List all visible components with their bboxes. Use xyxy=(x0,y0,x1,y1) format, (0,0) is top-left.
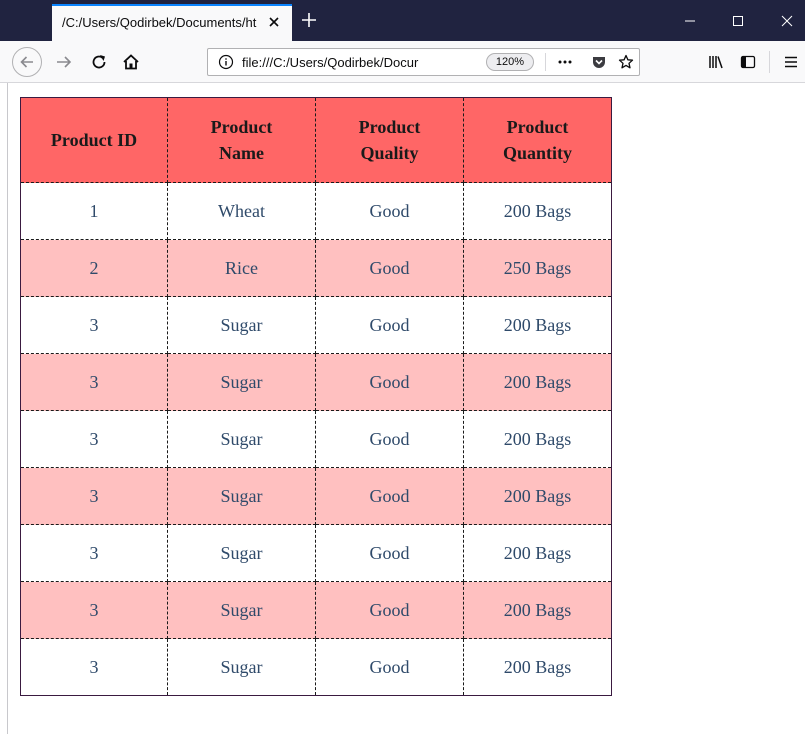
cell-product-name: Wheat xyxy=(167,182,316,240)
header-product-quantity-text: Product Quantity xyxy=(502,117,572,163)
header-product-name-text: Product Name xyxy=(210,117,273,163)
cell-product-quality: Good xyxy=(315,296,464,354)
cell-product-name: Sugar xyxy=(167,410,316,468)
header-product-quality-text: Product Quality xyxy=(358,117,421,163)
table-row: 3 Sugar Good 200 Bags xyxy=(20,353,612,411)
cell-product-quantity: 200 Bags xyxy=(463,353,612,411)
cell-product-quality: Good xyxy=(315,239,464,297)
home-icon[interactable] xyxy=(122,53,140,71)
cell-product-quantity: 200 Bags xyxy=(463,581,612,639)
cell-product-name: Sugar xyxy=(167,467,316,525)
cell-product-quantity: 200 Bags xyxy=(463,638,612,696)
cell-product-quality: Good xyxy=(315,353,464,411)
cell-product-quality: Good xyxy=(315,524,464,582)
cell-product-id: 3 xyxy=(20,296,168,354)
cell-product-name: Sugar xyxy=(167,296,316,354)
header-product-name: Product Name xyxy=(167,97,316,183)
library-icon[interactable] xyxy=(707,53,725,71)
table-row: 3 Sugar Good 200 Bags xyxy=(20,296,612,354)
header-product-id: Product ID xyxy=(20,97,168,183)
table-row: 3 Sugar Good 200 Bags xyxy=(20,467,612,525)
table-header-row: Product ID Product Name Product Quality … xyxy=(20,97,612,183)
cell-product-id: 1 xyxy=(20,182,168,240)
more-dots-icon[interactable] xyxy=(557,54,573,70)
url-text[interactable]: file:///C:/Users/Qodirbek/Docur xyxy=(242,55,450,70)
cell-product-quality: Good xyxy=(315,182,464,240)
minimize-icon[interactable] xyxy=(683,14,697,28)
table-row: 1 Wheat Good 200 Bags xyxy=(20,182,612,240)
navigation-toolbar: file:///C:/Users/Qodirbek/Docur 120% xyxy=(0,41,805,83)
cell-product-quality: Good xyxy=(315,410,464,468)
cell-product-id: 3 xyxy=(20,410,168,468)
url-bar[interactable]: file:///C:/Users/Qodirbek/Docur 120% xyxy=(207,48,640,76)
table-row: 2 Rice Good 250 Bags xyxy=(20,239,612,297)
cell-product-quantity: 250 Bags xyxy=(463,239,612,297)
forward-arrow-icon[interactable] xyxy=(55,53,73,71)
cell-product-quality: Good xyxy=(315,467,464,525)
back-arrow-icon xyxy=(20,56,33,68)
cell-product-quantity: 200 Bags xyxy=(463,524,612,582)
pocket-icon[interactable] xyxy=(591,54,607,70)
back-button[interactable] xyxy=(12,47,42,77)
cell-product-quality: Good xyxy=(315,581,464,639)
toolbar-separator xyxy=(769,51,770,73)
cell-product-name: Rice xyxy=(167,239,316,297)
new-tab-plus-icon[interactable] xyxy=(300,11,318,29)
cell-product-id: 3 xyxy=(20,581,168,639)
browser-tab[interactable]: /C:/Users/Qodirbek/Documents/ht xyxy=(52,4,292,41)
zoom-level-badge[interactable]: 120% xyxy=(486,53,534,71)
hamburger-menu-icon[interactable] xyxy=(783,54,799,70)
cell-product-id: 3 xyxy=(20,467,168,525)
cell-product-quantity: 200 Bags xyxy=(463,410,612,468)
title-bar: /C:/Users/Qodirbek/Documents/ht xyxy=(0,0,805,41)
reload-icon[interactable] xyxy=(90,53,108,71)
sidebar-icon[interactable] xyxy=(739,53,757,71)
table-row: 3 Sugar Good 200 Bags xyxy=(20,638,612,696)
cell-product-quality: Good xyxy=(315,638,464,696)
cell-product-name: Sugar xyxy=(167,638,316,696)
table-row: 3 Sugar Good 200 Bags xyxy=(20,581,612,639)
table-row: 3 Sugar Good 200 Bags xyxy=(20,410,612,468)
tab-title: /C:/Users/Qodirbek/Documents/ht xyxy=(62,15,257,30)
header-product-quality: Product Quality xyxy=(315,97,464,183)
close-window-icon[interactable] xyxy=(780,14,794,28)
cell-product-quantity: 200 Bags xyxy=(463,467,612,525)
cell-product-name: Sugar xyxy=(167,524,316,582)
info-icon[interactable] xyxy=(218,54,234,70)
cell-product-id: 3 xyxy=(20,638,168,696)
table-row: 3 Sugar Good 200 Bags xyxy=(20,524,612,582)
window-left-edge xyxy=(7,83,8,734)
cell-product-name: Sugar xyxy=(167,581,316,639)
cell-product-name: Sugar xyxy=(167,353,316,411)
cell-product-id: 2 xyxy=(20,239,168,297)
cell-product-id: 3 xyxy=(20,524,168,582)
url-bar-separator xyxy=(545,53,546,71)
page-content: Product ID Product Name Product Quality … xyxy=(0,83,805,734)
close-tab-icon[interactable] xyxy=(266,14,282,30)
products-table: Product ID Product Name Product Quality … xyxy=(20,97,612,696)
cell-product-quantity: 200 Bags xyxy=(463,182,612,240)
cell-product-id: 3 xyxy=(20,353,168,411)
header-product-quantity: Product Quantity xyxy=(463,97,612,183)
cell-product-quantity: 200 Bags xyxy=(463,296,612,354)
maximize-icon[interactable] xyxy=(731,14,745,28)
star-icon[interactable] xyxy=(618,54,634,70)
